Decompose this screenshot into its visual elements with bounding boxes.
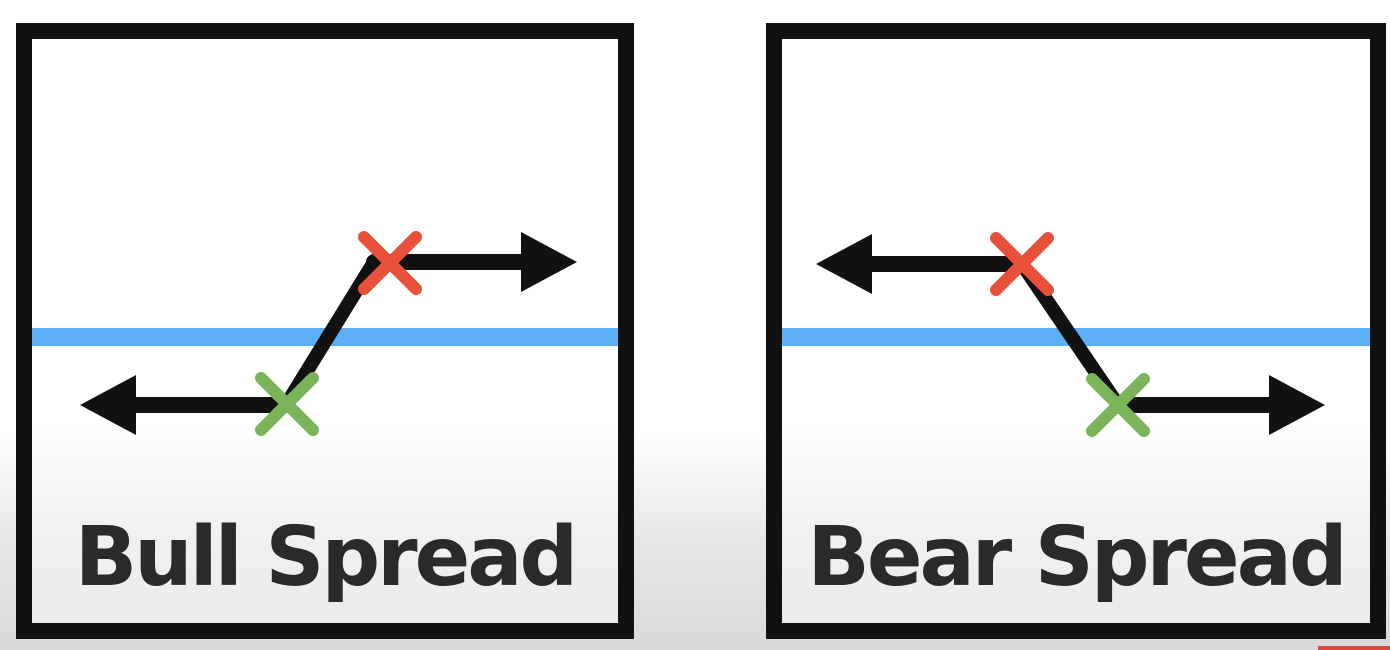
arrow-right-icon xyxy=(1269,375,1325,435)
bear-spread-label: Bear Spread xyxy=(807,510,1347,605)
bull-spread-panel: Bull Spread xyxy=(16,23,634,639)
arrow-left-icon xyxy=(80,375,136,435)
bear-spread-panel: Bear Spread xyxy=(766,23,1386,639)
arrow-right-icon xyxy=(521,232,577,292)
bull-spread-label: Bull Spread xyxy=(74,510,578,605)
corner-accent xyxy=(1318,646,1390,650)
arrow-left-icon xyxy=(816,234,872,294)
